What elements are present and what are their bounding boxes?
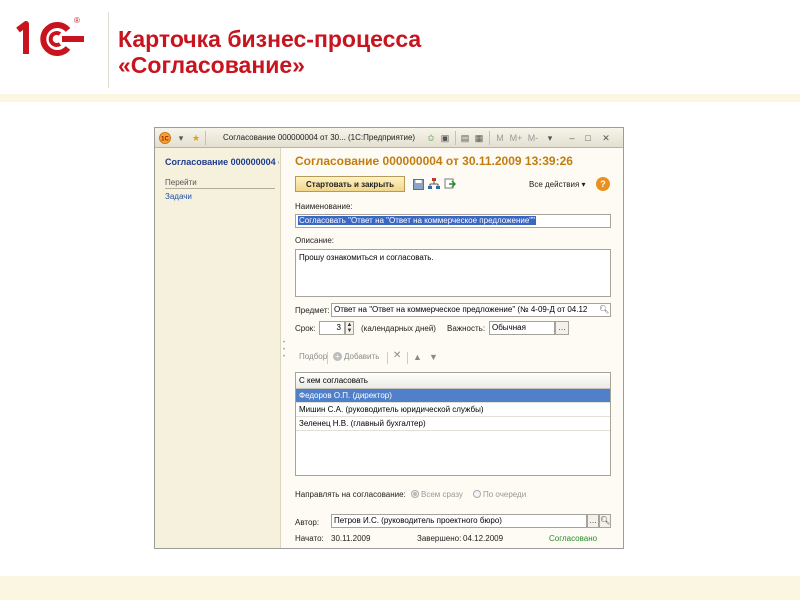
calendar-icon[interactable]: ▤ bbox=[459, 131, 471, 145]
subject-field[interactable]: Ответ на "Ответ на коммерческое предложе… bbox=[331, 303, 611, 317]
slide-title: Карточка бизнес-процесса «Согласование» bbox=[118, 26, 421, 78]
search-icon[interactable]: 🔍︎ bbox=[599, 514, 611, 528]
approvers-table: С кем согласовать Федоров О.П. (директор… bbox=[295, 372, 611, 476]
memory-minus-button[interactable]: M- bbox=[526, 131, 540, 145]
arrow-down-icon[interactable]: ▼ bbox=[429, 352, 438, 362]
nav-group-label: Перейти bbox=[165, 178, 197, 187]
description-label: Описание: bbox=[295, 236, 335, 245]
slide-title-line2: «Согласование» bbox=[118, 52, 305, 78]
titlebar-separator bbox=[489, 131, 490, 145]
all-actions-menu[interactable]: Все действия ▾ bbox=[529, 180, 586, 189]
registered-mark: ® bbox=[74, 16, 80, 25]
nav-panel: Согласование 000000004 от 30.11.2009 13:… bbox=[155, 148, 281, 548]
add-button-label: Добавить bbox=[344, 352, 380, 361]
favorites-icon[interactable]: ✩ bbox=[425, 131, 437, 145]
started-label: Начато: bbox=[295, 534, 324, 543]
logo-1c bbox=[12, 16, 92, 62]
radio-icon bbox=[473, 490, 481, 498]
term-input[interactable]: 3 bbox=[319, 321, 345, 335]
document-title: Согласование 000000004 от 30.11.2009 13:… bbox=[295, 154, 573, 168]
title-divider bbox=[108, 12, 109, 88]
save-icon[interactable] bbox=[411, 177, 425, 191]
search-icon[interactable]: 🔍︎ bbox=[599, 305, 609, 315]
header-band bbox=[0, 94, 800, 102]
author-field[interactable]: Петров И.С. (руководитель проектного бюр… bbox=[331, 514, 587, 528]
arrow-up-icon[interactable]: ▲ bbox=[413, 352, 422, 362]
maximize-icon[interactable]: □ bbox=[581, 131, 595, 145]
logo-1c-icon bbox=[16, 21, 84, 56]
table-row[interactable]: Федоров О.П. (директор) bbox=[296, 389, 610, 403]
importance-label: Важность: bbox=[447, 324, 486, 333]
toolbar-separator bbox=[327, 352, 328, 364]
minimize-icon[interactable]: – bbox=[565, 131, 579, 145]
route-queue-label: По очереди bbox=[483, 490, 527, 499]
toolbar-separator bbox=[407, 352, 408, 364]
nav-panel-title[interactable]: Согласование 000000004 от 30.11.2009 13:… bbox=[165, 157, 279, 167]
app-window: 1С ▾ ★ Согласование 000000004 от 30... (… bbox=[154, 127, 624, 549]
memory-plus-button[interactable]: M+ bbox=[509, 131, 523, 145]
table-header[interactable]: С кем согласовать bbox=[296, 373, 610, 389]
started-value: 30.11.2009 bbox=[331, 534, 371, 543]
stepper-down-icon[interactable]: ▼ bbox=[347, 328, 353, 334]
name-field[interactable]: Согласовать "Ответ на "Ответ на коммерче… bbox=[295, 214, 611, 228]
route-queue-radio[interactable]: По очереди bbox=[473, 490, 526, 499]
all-actions-label: Все действия bbox=[529, 180, 580, 189]
close-icon[interactable]: ✕ bbox=[599, 131, 613, 145]
route-label: Направлять на согласование: bbox=[295, 490, 406, 499]
footer-band bbox=[0, 576, 800, 600]
more-icon[interactable]: ▾ bbox=[545, 131, 555, 145]
pick-button[interactable]: Подбор bbox=[299, 352, 327, 361]
status-text: Согласовано bbox=[549, 534, 598, 543]
route-all-radio[interactable]: Всем сразу bbox=[411, 490, 463, 499]
subject-label: Предмет: bbox=[295, 306, 330, 315]
star-icon[interactable]: ★ bbox=[189, 131, 203, 145]
finished-label: Завершено: bbox=[417, 534, 462, 543]
nav-group-divider bbox=[165, 188, 275, 189]
delete-icon[interactable]: ✕ bbox=[393, 350, 401, 361]
chevron-down-icon: ▾ bbox=[581, 180, 586, 189]
importance-select-button[interactable]: … bbox=[555, 321, 569, 335]
term-label: Срок: bbox=[295, 324, 316, 333]
memory-m-button[interactable]: M bbox=[495, 131, 505, 145]
help-icon[interactable]: ? bbox=[596, 177, 610, 191]
subject-field-value: Ответ на "Ответ на коммерческое предложе… bbox=[334, 305, 588, 314]
plus-icon: + bbox=[333, 352, 342, 361]
table-row[interactable]: Мишин С.А. (руководитель юридической слу… bbox=[296, 403, 610, 417]
window-titlebar: 1С ▾ ★ Согласование 000000004 от 30... (… bbox=[155, 128, 623, 148]
tree-icon[interactable] bbox=[427, 177, 441, 191]
refresh-icon[interactable] bbox=[443, 177, 457, 191]
description-field[interactable]: Прошу ознакомиться и согласовать. bbox=[295, 249, 611, 297]
finished-value: 04.12.2009 bbox=[463, 534, 504, 543]
route-all-label: Всем сразу bbox=[421, 490, 463, 499]
calculator-icon[interactable]: ▦ bbox=[473, 131, 485, 145]
author-select-button[interactable]: … bbox=[587, 514, 599, 528]
radio-checked-icon bbox=[411, 490, 419, 498]
toolbar-separator bbox=[387, 352, 388, 364]
app-menu-icon[interactable]: 1С bbox=[158, 131, 172, 145]
titlebar-separator bbox=[455, 131, 456, 145]
name-label: Наименование: bbox=[295, 202, 353, 211]
window-title: Согласование 000000004 от 30... (1С:Пред… bbox=[223, 133, 416, 142]
term-stepper[interactable]: ▲ ▼ bbox=[345, 321, 354, 335]
table-row[interactable]: Зеленец Н.В. (главный бухгалтер) bbox=[296, 417, 610, 431]
name-field-value: Согласовать "Ответ на "Ответ на коммерче… bbox=[298, 216, 536, 225]
dropdown-icon[interactable]: ▾ bbox=[175, 131, 187, 145]
form-area: Согласование 000000004 от 30.11.2009 13:… bbox=[287, 148, 623, 548]
link-icon[interactable]: ▣ bbox=[439, 131, 451, 145]
importance-field[interactable]: Обычная bbox=[489, 321, 555, 335]
add-button[interactable]: + Добавить bbox=[333, 352, 379, 361]
start-and-close-button[interactable]: Стартовать и закрыть bbox=[295, 176, 405, 192]
term-unit-label: (календарных дней) bbox=[361, 324, 436, 333]
nav-link-tasks[interactable]: Задачи bbox=[165, 192, 192, 201]
titlebar-separator bbox=[205, 131, 206, 145]
slide-title-line1: Карточка бизнес-процесса bbox=[118, 26, 422, 52]
author-label: Автор: bbox=[295, 518, 320, 527]
svg-text:1С: 1С bbox=[161, 137, 169, 143]
